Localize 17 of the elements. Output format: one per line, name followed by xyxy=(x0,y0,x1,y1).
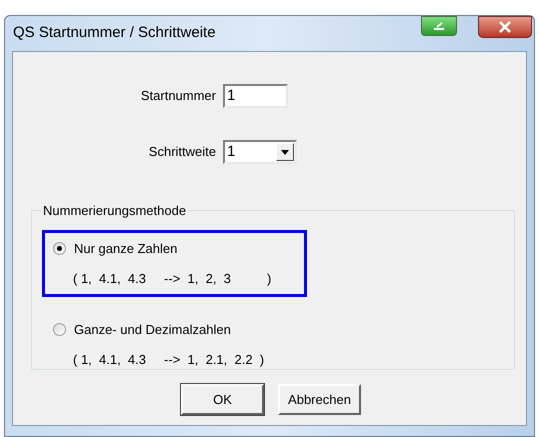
radio-button[interactable] xyxy=(53,242,66,256)
step-dropdown[interactable]: 1 xyxy=(223,140,297,164)
example-text: ( 1, 4.1, 4.3 --> 1, 2.1, 2.2 ) xyxy=(72,350,266,369)
example-text: ( 1, 4.1, 4.3 --> 1, 2, 3 ) xyxy=(72,270,272,288)
field-label: Schrittweite xyxy=(148,143,217,162)
minimize-button[interactable] xyxy=(421,16,457,36)
dialog-button[interactable]: Abbrechen xyxy=(278,384,361,415)
close-button[interactable] xyxy=(478,16,532,38)
radio-option[interactable]: Nur ganze Zahlen xyxy=(53,239,296,258)
radio-button[interactable] xyxy=(53,323,66,336)
dialog-button[interactable]: OK xyxy=(181,384,264,415)
close-icon xyxy=(498,21,512,33)
field-label: Startnummer xyxy=(140,87,217,106)
start-number-field[interactable]: 1 xyxy=(223,84,288,108)
window-title: QS Startnummer / Schrittweite xyxy=(13,23,216,44)
minimize-icon xyxy=(432,21,446,31)
radio-option[interactable]: Ganze- und Dezimalzahlen xyxy=(53,320,296,340)
